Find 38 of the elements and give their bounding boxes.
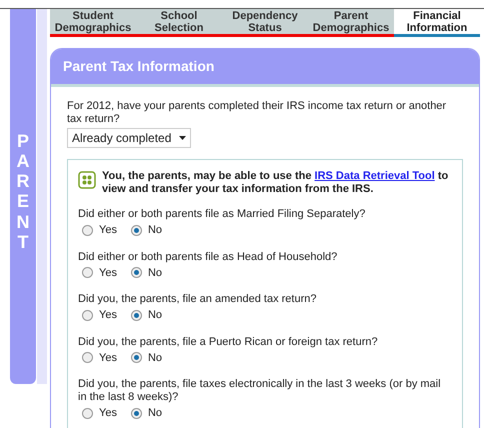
radio-button[interactable] <box>82 224 93 236</box>
radio-button[interactable] <box>82 352 93 364</box>
question-text: Did either or both parents file as Head of Household? <box>78 250 338 264</box>
tab[interactable]: Financial Information <box>394 9 480 37</box>
radio-option[interactable]: No <box>130 307 162 324</box>
question-text: Did you, the parents, file an amended tax return? <box>78 293 318 306</box>
tab[interactable]: Dependency Status <box>222 9 308 37</box>
caret-icon <box>179 136 186 140</box>
dropdown[interactable]: Already completed <box>67 128 192 148</box>
radio-option[interactable]: Yes <box>82 350 117 366</box>
radio-button[interactable] <box>130 352 142 364</box>
radio-option[interactable]: Yes <box>82 405 117 422</box>
radio-option[interactable]: No <box>130 350 162 366</box>
tab[interactable]: School Selection <box>136 9 222 37</box>
notice-text: You, the parents, may be able to use the IRS Data Retrieval Tool to view and transfer your tax information from the IRS. <box>102 170 450 196</box>
tab[interactable]: Student Demographics <box>50 9 136 37</box>
dots-icon <box>78 171 96 189</box>
radio-option[interactable]: No <box>130 405 162 422</box>
tab[interactable]: Parent Demographics <box>308 9 394 37</box>
radio-option[interactable]: No <box>130 264 162 281</box>
question-text: Did you, the parents, file taxes electronically in the last 3 weeks (or by mail in the last 8 weeks)? <box>78 378 442 404</box>
question-text: Did you, the parents, file a Puerto Rican or foreign tax return? <box>78 336 379 348</box>
question-text: For 2012, have your parents completed their IRS income tax return or another tax return? <box>67 100 448 126</box>
radio-button[interactable] <box>130 224 142 236</box>
radio-button[interactable] <box>130 267 142 278</box>
irs-data-retrieval-link[interactable]: IRS Data Retrieval Tool <box>314 170 435 182</box>
radio-option[interactable]: No <box>130 222 162 238</box>
radio-button[interactable] <box>130 310 142 321</box>
radio-option[interactable]: Yes <box>82 222 117 238</box>
radio-button[interactable] <box>82 408 93 419</box>
radio-button[interactable] <box>82 267 93 278</box>
radio-option[interactable]: Yes <box>82 307 117 324</box>
radio-button[interactable] <box>82 310 93 321</box>
question-text: Did either or both parents file as Married Filing Separately? <box>78 208 366 221</box>
sidebar-label: PARENT <box>16 131 30 254</box>
panel-title: Parent Tax Information <box>63 57 214 76</box>
radio-option[interactable]: Yes <box>82 264 117 281</box>
radio-button[interactable] <box>130 408 142 419</box>
